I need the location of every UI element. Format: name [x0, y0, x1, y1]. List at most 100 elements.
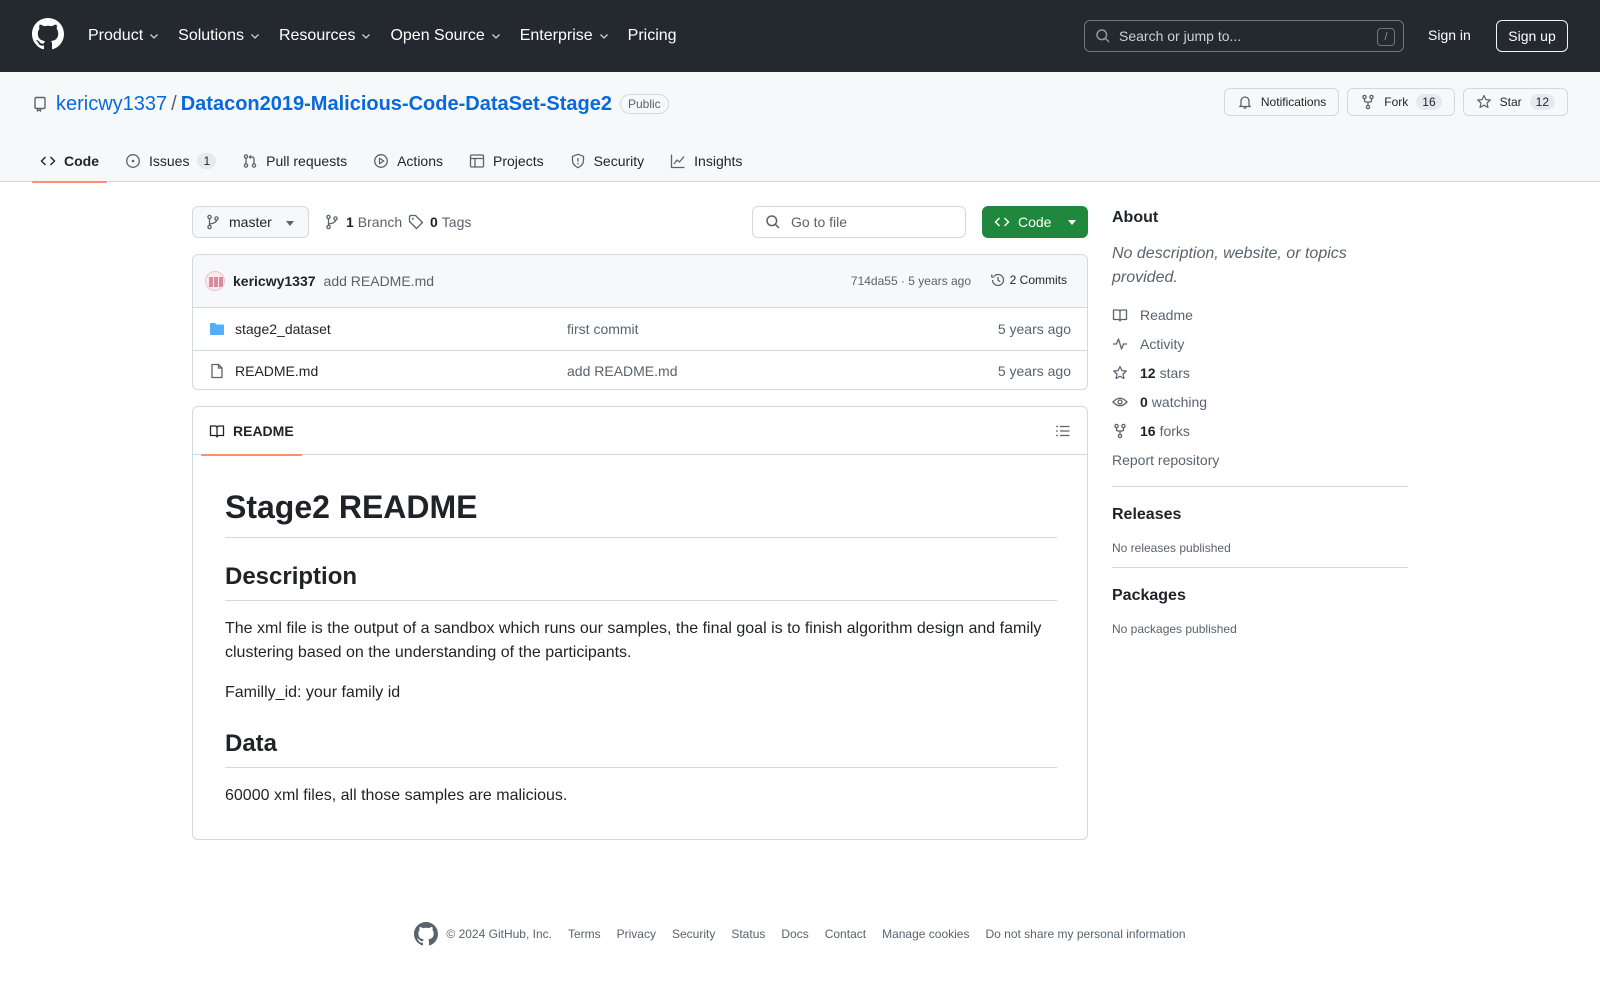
- star-icon: [1476, 94, 1491, 109]
- nav-resources[interactable]: Resources: [279, 27, 372, 45]
- nav-open-source[interactable]: Open Source: [390, 27, 501, 45]
- readme-link[interactable]: Readme: [1112, 300, 1408, 329]
- footer-link-contact[interactable]: Contact: [825, 927, 866, 941]
- search-input[interactable]: Search or jump to... /: [1084, 20, 1404, 52]
- chevron-down-icon: [491, 34, 500, 39]
- tab-issues[interactable]: Issues 1: [117, 140, 224, 182]
- book-icon: [209, 425, 225, 438]
- sign-up-button[interactable]: Sign up: [1496, 20, 1568, 52]
- search-shortcut-key: /: [1377, 28, 1395, 46]
- tab-security[interactable]: Security: [562, 140, 653, 182]
- readme-heading-data: Data: [225, 729, 1057, 768]
- branch-icon: [207, 214, 219, 230]
- search-placeholder: Search or jump to...: [1119, 28, 1242, 44]
- packages-heading[interactable]: Packages: [1112, 584, 1408, 608]
- commit-hash-time[interactable]: 714da55 · 5 years ago: [851, 274, 971, 288]
- readme-tab[interactable]: README: [201, 407, 302, 456]
- table-row[interactable]: README.md add README.md 5 years ago: [193, 350, 1087, 389]
- file-name-link[interactable]: README.md: [235, 363, 318, 379]
- tab-security-label: Security: [593, 153, 645, 169]
- pull-request-icon: [243, 154, 257, 168]
- global-header: Product Solutions Resources Open Source …: [0, 0, 1600, 72]
- tags-link[interactable]: 0 Tags: [408, 206, 471, 238]
- nav-pricing-label: Pricing: [627, 27, 677, 44]
- file-commit-link[interactable]: add README.md: [567, 363, 677, 379]
- packages-empty: No packages published: [1112, 622, 1237, 636]
- footer-link-manage-cookies[interactable]: Manage cookies: [882, 927, 969, 941]
- repo-owner-link[interactable]: kericwy1337: [56, 93, 167, 116]
- issue-icon: [126, 154, 140, 168]
- nav-solutions[interactable]: Solutions: [178, 27, 261, 45]
- nav-enterprise[interactable]: Enterprise: [520, 27, 610, 45]
- tab-projects[interactable]: Projects: [461, 140, 552, 182]
- file-name-link[interactable]: stage2_dataset: [235, 321, 331, 337]
- file-commit-link[interactable]: first commit: [567, 321, 639, 337]
- divider: [1112, 486, 1408, 487]
- commit-message-link[interactable]: add README.md: [324, 273, 434, 289]
- chevron-down-icon: [362, 34, 371, 39]
- branches-link[interactable]: 1 Branch: [324, 206, 402, 238]
- nav-open-source-label: Open Source: [390, 27, 485, 44]
- star-button[interactable]: Star 12: [1462, 88, 1568, 116]
- readme-header: README: [193, 407, 1087, 456]
- footer-link-terms[interactable]: Terms: [568, 927, 601, 941]
- forks-count: 16: [1140, 422, 1156, 439]
- footer-link-do-not-share[interactable]: Do not share my personal information: [985, 927, 1185, 941]
- forks-label: forks: [1159, 422, 1190, 439]
- code-button[interactable]: Code: [982, 206, 1088, 238]
- github-logo-icon[interactable]: [414, 922, 439, 946]
- nav-resources-label: Resources: [278, 27, 356, 44]
- repo-title: kericwy1337 / Datacon2019-Malicious-Code…: [32, 90, 669, 118]
- commits-link[interactable]: 2 Commits: [990, 272, 1067, 288]
- repo-tabs: Code Issues 1 Pull requests Actions Proj…: [32, 140, 760, 183]
- nav-product[interactable]: Product: [88, 27, 160, 45]
- report-repository-link[interactable]: Report repository: [1112, 445, 1408, 474]
- notifications-label: Notifications: [1260, 95, 1327, 109]
- tag-label: Tags: [441, 214, 472, 230]
- sign-in-link[interactable]: Sign in: [1428, 27, 1471, 43]
- tab-code[interactable]: Code: [32, 140, 107, 183]
- fork-button[interactable]: Fork 16: [1347, 88, 1455, 116]
- fork-count: 16: [1416, 94, 1442, 110]
- avatar[interactable]: [205, 271, 225, 291]
- commit-author-link[interactable]: kericwy1337: [233, 273, 316, 289]
- repo-name-link[interactable]: Datacon2019-Malicious-Code-DataSet-Stage…: [181, 93, 612, 116]
- footer-link-status[interactable]: Status: [731, 927, 765, 941]
- watchers-link[interactable]: 0 watching: [1112, 387, 1408, 416]
- activity-link[interactable]: Activity: [1112, 329, 1408, 358]
- stars-link[interactable]: 12 stars: [1112, 358, 1408, 387]
- readme-panel: README Stage2 README Description The xml…: [192, 406, 1088, 840]
- readme-heading-description: Description: [225, 562, 1057, 601]
- notifications-button[interactable]: Notifications: [1223, 88, 1340, 116]
- footer-link-privacy[interactable]: Privacy: [617, 927, 656, 941]
- forks-link[interactable]: 16 forks: [1112, 416, 1408, 445]
- footer-link-docs[interactable]: Docs: [781, 927, 808, 941]
- github-logo-icon[interactable]: [32, 18, 64, 50]
- play-icon: [374, 154, 389, 168]
- tab-projects-label: Projects: [493, 153, 544, 169]
- readme-tab-label: README: [233, 423, 294, 439]
- repo-separator: /: [171, 92, 177, 115]
- star-icon: [1113, 365, 1127, 379]
- table-row[interactable]: stage2_dataset first commit 5 years ago: [193, 309, 1087, 350]
- tab-insights[interactable]: Insights: [662, 140, 750, 182]
- releases-heading[interactable]: Releases: [1112, 503, 1408, 527]
- go-to-file-input[interactable]: Go to file: [752, 206, 966, 238]
- footer-link-security[interactable]: Security: [672, 927, 715, 941]
- table-icon: [469, 154, 485, 168]
- tab-actions[interactable]: Actions: [365, 140, 451, 182]
- list-outline-icon[interactable]: [1055, 423, 1071, 439]
- repo-actions: Notifications Fork 16 Star 12: [1216, 88, 1568, 116]
- branch-label: Branch: [357, 214, 403, 230]
- readme-paragraph: The xml file is the output of a sandbox …: [225, 620, 1042, 661]
- nav-pricing[interactable]: Pricing: [628, 27, 677, 45]
- branch-selector[interactable]: master: [192, 206, 309, 238]
- tab-insights-label: Insights: [694, 153, 743, 169]
- tab-pull-requests[interactable]: Pull requests: [234, 140, 355, 182]
- tag-count: 0: [430, 214, 438, 230]
- stars-count: 12: [1140, 364, 1156, 381]
- readme-paragraph: 60000 xml files, all those samples are m…: [225, 787, 568, 804]
- about-heading: About: [1112, 209, 1159, 226]
- star-label: Star: [1499, 95, 1522, 109]
- commits-count-label: 2 Commits: [1009, 273, 1067, 287]
